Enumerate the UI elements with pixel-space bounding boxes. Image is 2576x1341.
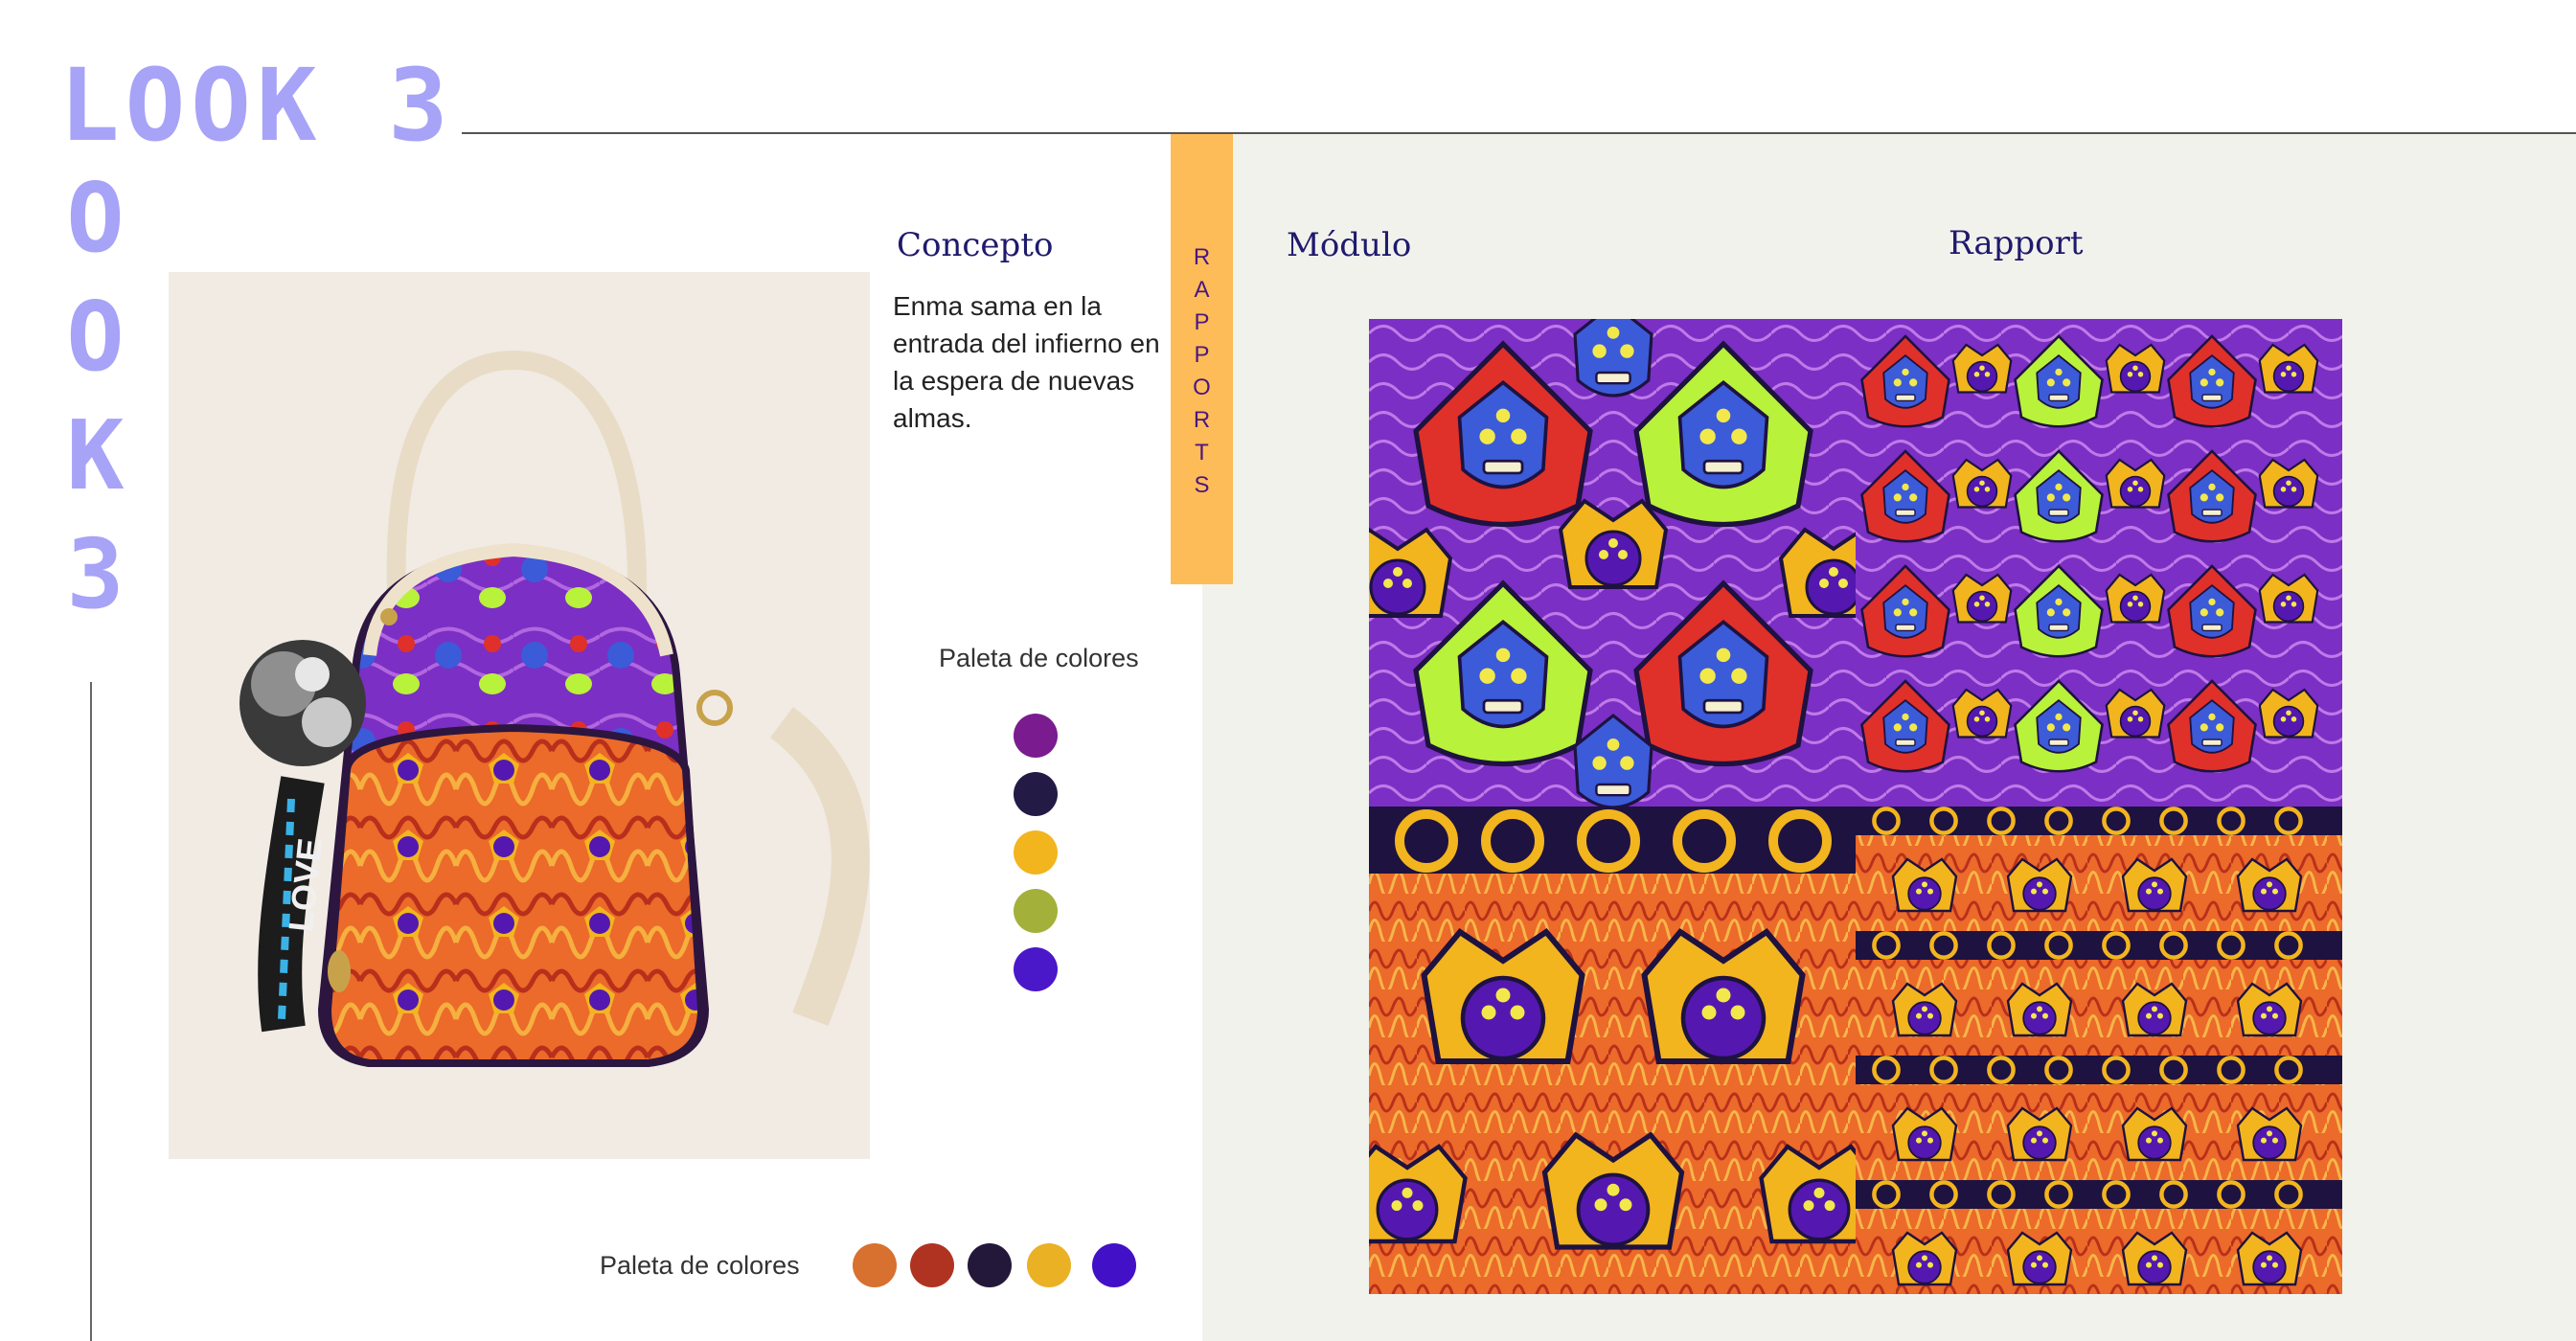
modulo-title: Módulo [1287, 226, 1412, 264]
palette-swatch-bottom [1092, 1243, 1136, 1287]
concepto-title: Concepto [897, 226, 1054, 264]
rapports-tab-letter: S [1194, 472, 1210, 498]
top-divider-line [462, 132, 2576, 134]
rapports-tab-letter: R [1193, 407, 1211, 433]
look-vertical-letters: O O K 3 [59, 162, 131, 630]
rapports-tab-letter: R [1193, 244, 1211, 270]
rapports-tab-label: R A P P O R T S [1193, 241, 1211, 502]
strap-text: LOVE [281, 836, 330, 934]
backpack-product-image: LOVE [169, 272, 870, 1159]
palette-swatch-bottom [910, 1243, 954, 1287]
palette-swatch-top [1014, 889, 1058, 933]
palette-swatch-top [1014, 947, 1058, 991]
palette-swatch-top [1014, 772, 1058, 816]
rapports-tab-letter: O [1193, 375, 1211, 400]
left-divider-line [90, 682, 92, 1341]
palette-swatch-bottom [853, 1243, 897, 1287]
look-title: LOOK 3 [59, 47, 454, 164]
look-vertical-letter: O [66, 281, 125, 393]
rapport-pattern-grid [1369, 319, 2342, 1294]
concepto-text: Enma sama en la entrada del infierno en … [893, 291, 1160, 433]
rapport-top-tile [1856, 319, 2342, 807]
look-vertical-letter: K [66, 399, 125, 511]
rapports-tab-letter: P [1194, 309, 1210, 335]
palette-swatch-bottom [968, 1243, 1012, 1287]
look-vertical-letter: O [66, 162, 125, 274]
palette-swatch-top [1014, 714, 1058, 758]
look-vertical-letter: 3 [66, 518, 125, 630]
rapports-tab[interactable]: R A P P O R T S [1171, 134, 1233, 584]
rapports-tab-letter: P [1194, 342, 1210, 368]
rapport-bottom-tile [1856, 807, 2342, 1294]
rapports-tab-letter: T [1195, 440, 1209, 466]
palette-swatch-bottom [1027, 1243, 1071, 1287]
rapport-title: Rapport [1949, 224, 2084, 262]
rapports-tab-letter: A [1194, 277, 1210, 303]
palette-swatch-top [1014, 830, 1058, 875]
palette-label-top: Paleta de colores [939, 644, 1139, 672]
palette-label-bottom: Paleta de colores [600, 1251, 800, 1280]
modulo-bottom-tile [1369, 807, 1878, 1294]
modulo-top-tile [1369, 319, 1888, 809]
